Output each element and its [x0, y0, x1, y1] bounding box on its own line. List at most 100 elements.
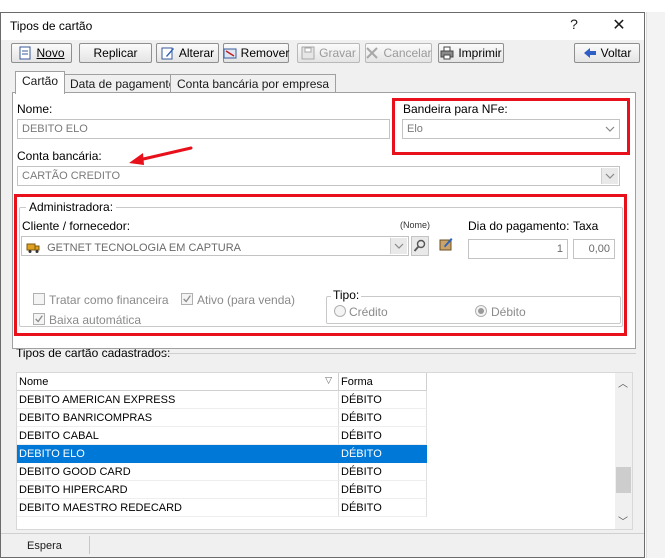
remover-label: Remover — [240, 46, 290, 60]
cancelar-button[interactable]: Cancelar — [365, 43, 432, 63]
baixa-automatica-checkbox[interactable] — [33, 313, 45, 325]
replicar-label: Replicar — [93, 46, 138, 60]
nome-label: Nome: — [17, 102, 53, 116]
table-row[interactable]: DEBITO ELO DÉBITO — [17, 445, 427, 463]
tratar-financeira-label: Tratar como financeira — [49, 293, 169, 307]
printer-icon — [440, 46, 454, 60]
new-document-icon — [18, 46, 32, 60]
checkmark-icon — [183, 295, 191, 303]
ativo-label: Ativo (para venda) — [197, 293, 296, 307]
taxa-input[interactable]: 0,00 — [573, 239, 615, 259]
credito-label: Crédito — [349, 305, 388, 319]
cell-forma: DÉBITO — [339, 409, 427, 427]
background-scrollbar — [646, 12, 665, 558]
tab-panel-cartao: Nome: DEBITO ELO Bandeira para NFe: Elo … — [12, 92, 636, 349]
baixa-automatica-label: Baixa automática — [49, 313, 142, 327]
checkmark-icon — [35, 315, 43, 323]
edit-icon — [161, 46, 175, 60]
remover-button[interactable]: Remover — [223, 43, 289, 63]
cell-forma: DÉBITO — [339, 481, 427, 499]
title-bar: Tipos de cartão ? ✕ — [1, 13, 644, 40]
cell-forma: DÉBITO — [339, 445, 427, 463]
window-title: Tipos de cartão — [10, 19, 93, 33]
sort-descending-icon: ▽ — [325, 375, 332, 385]
list-scrollbar[interactable]: ︿ ﹀ — [615, 373, 632, 529]
close-button[interactable]: ✕ — [607, 15, 631, 37]
list-section-divider — [161, 353, 636, 354]
imprimir-button[interactable]: Imprimir — [438, 43, 504, 63]
voltar-button[interactable]: Voltar — [574, 43, 640, 63]
annotation-arrow-icon — [129, 146, 193, 165]
status-divider — [89, 536, 90, 554]
tratar-financeira-checkbox[interactable] — [33, 293, 45, 305]
table-row[interactable]: DEBITO AMERICAN EXPRESS DÉBITO — [17, 391, 427, 409]
cell-forma: DÉBITO — [339, 499, 427, 517]
gravar-label: Gravar — [319, 46, 356, 60]
scroll-down-icon[interactable]: ﹀ — [618, 513, 628, 528]
search-cliente-button[interactable] — [411, 236, 429, 256]
bandeira-select[interactable]: Elo — [402, 119, 620, 139]
imprimir-label: Imprimir — [458, 46, 502, 60]
tipo-label: Tipo: — [331, 288, 362, 302]
bandeira-label: Bandeira para NFe: — [403, 102, 508, 116]
cadastro-cliente-button[interactable] — [436, 234, 456, 254]
save-icon — [301, 46, 315, 60]
chevron-down-icon[interactable] — [601, 121, 618, 137]
cancelar-label: Cancelar — [383, 46, 432, 60]
cliente-select[interactable]: GETNET TECNOLOGIA EM CAPTURA — [21, 236, 409, 256]
bandeira-value: Elo — [407, 123, 423, 135]
administradora-label: Administradora: — [26, 200, 117, 214]
conta-select[interactable]: CARTÃO CREDITO — [17, 166, 620, 186]
cell-nome: DEBITO AMERICAN EXPRESS — [17, 391, 339, 409]
edit-record-icon — [439, 237, 453, 251]
replicar-button[interactable]: Replicar — [79, 43, 152, 63]
cell-nome: DEBITO BANRICOMPRAS — [17, 409, 339, 427]
nome-hint: (Nome) — [400, 220, 431, 230]
novo-button[interactable]: Novo — [11, 43, 72, 63]
scroll-up-icon[interactable]: ︿ — [618, 375, 628, 390]
column-header-nome[interactable]: Nome ▽ — [17, 373, 339, 391]
alterar-button[interactable]: Alterar — [156, 43, 219, 63]
cliente-label: Cliente / fornecedor: — [22, 219, 131, 233]
table-row[interactable]: DEBITO CABAL DÉBITO — [17, 427, 427, 445]
credito-radio[interactable] — [334, 305, 346, 317]
card-types-table: Nome ▽ Forma DEBITO AMERICAN EXPRESS DÉBI… — [16, 372, 633, 530]
nome-field[interactable]: DEBITO ELO — [17, 119, 390, 139]
table-row[interactable]: DEBITO MAESTRO REDECARD DÉBITO — [17, 499, 427, 517]
back-arrow-icon — [583, 46, 597, 60]
voltar-label: Voltar — [600, 46, 632, 60]
cell-nome: DEBITO CABAL — [17, 427, 339, 445]
novo-label: Novo — [36, 46, 65, 60]
ativo-checkbox[interactable] — [181, 293, 193, 305]
chevron-down-icon[interactable] — [601, 168, 618, 184]
column-header-forma[interactable]: Forma — [339, 373, 427, 391]
dialog-window: Tipos de cartão ? ✕ Novo Replicar Altera… — [0, 12, 645, 558]
table-row[interactable]: DEBITO BANRICOMPRAS DÉBITO — [17, 409, 427, 427]
debito-label: Débito — [491, 305, 526, 319]
tab-data-de-pagamento[interactable]: Data de pagamento — [63, 74, 183, 93]
scrollbar-thumb[interactable] — [616, 467, 631, 493]
cell-forma: DÉBITO — [339, 391, 427, 409]
tab-conta-bancaria-por-empresa[interactable]: Conta bancária por empresa — [170, 74, 337, 93]
chevron-down-icon[interactable] — [390, 238, 407, 254]
status-text: Espera — [27, 540, 62, 552]
cell-nome: DEBITO HIPERCARD — [17, 481, 339, 499]
cell-forma: DÉBITO — [339, 427, 427, 445]
column-header-nome-label: Nome — [19, 376, 49, 388]
table-row[interactable]: DEBITO GOOD CARD DÉBITO — [17, 463, 427, 481]
dia-pagamento-input[interactable]: 1 — [468, 239, 568, 259]
cell-forma: DÉBITO — [339, 463, 427, 481]
cell-nome: DEBITO ELO — [17, 445, 339, 463]
alterar-label: Alterar — [178, 46, 215, 60]
table-row[interactable]: DEBITO HIPERCARD DÉBITO — [17, 481, 427, 499]
conta-value: CARTÃO CREDITO — [22, 170, 120, 182]
help-button[interactable]: ? — [563, 16, 585, 36]
gravar-button[interactable]: Gravar — [297, 43, 360, 63]
tab-cartao[interactable]: Cartão — [15, 71, 66, 94]
cliente-value: GETNET TECNOLOGIA EM CAPTURA — [47, 242, 242, 254]
debito-radio[interactable] — [475, 305, 487, 317]
dia-pagamento-label: Dia do pagamento: — [468, 219, 570, 233]
cell-nome: DEBITO MAESTRO REDECARD — [17, 499, 339, 517]
truck-icon — [26, 240, 40, 254]
cancel-icon — [365, 46, 379, 60]
